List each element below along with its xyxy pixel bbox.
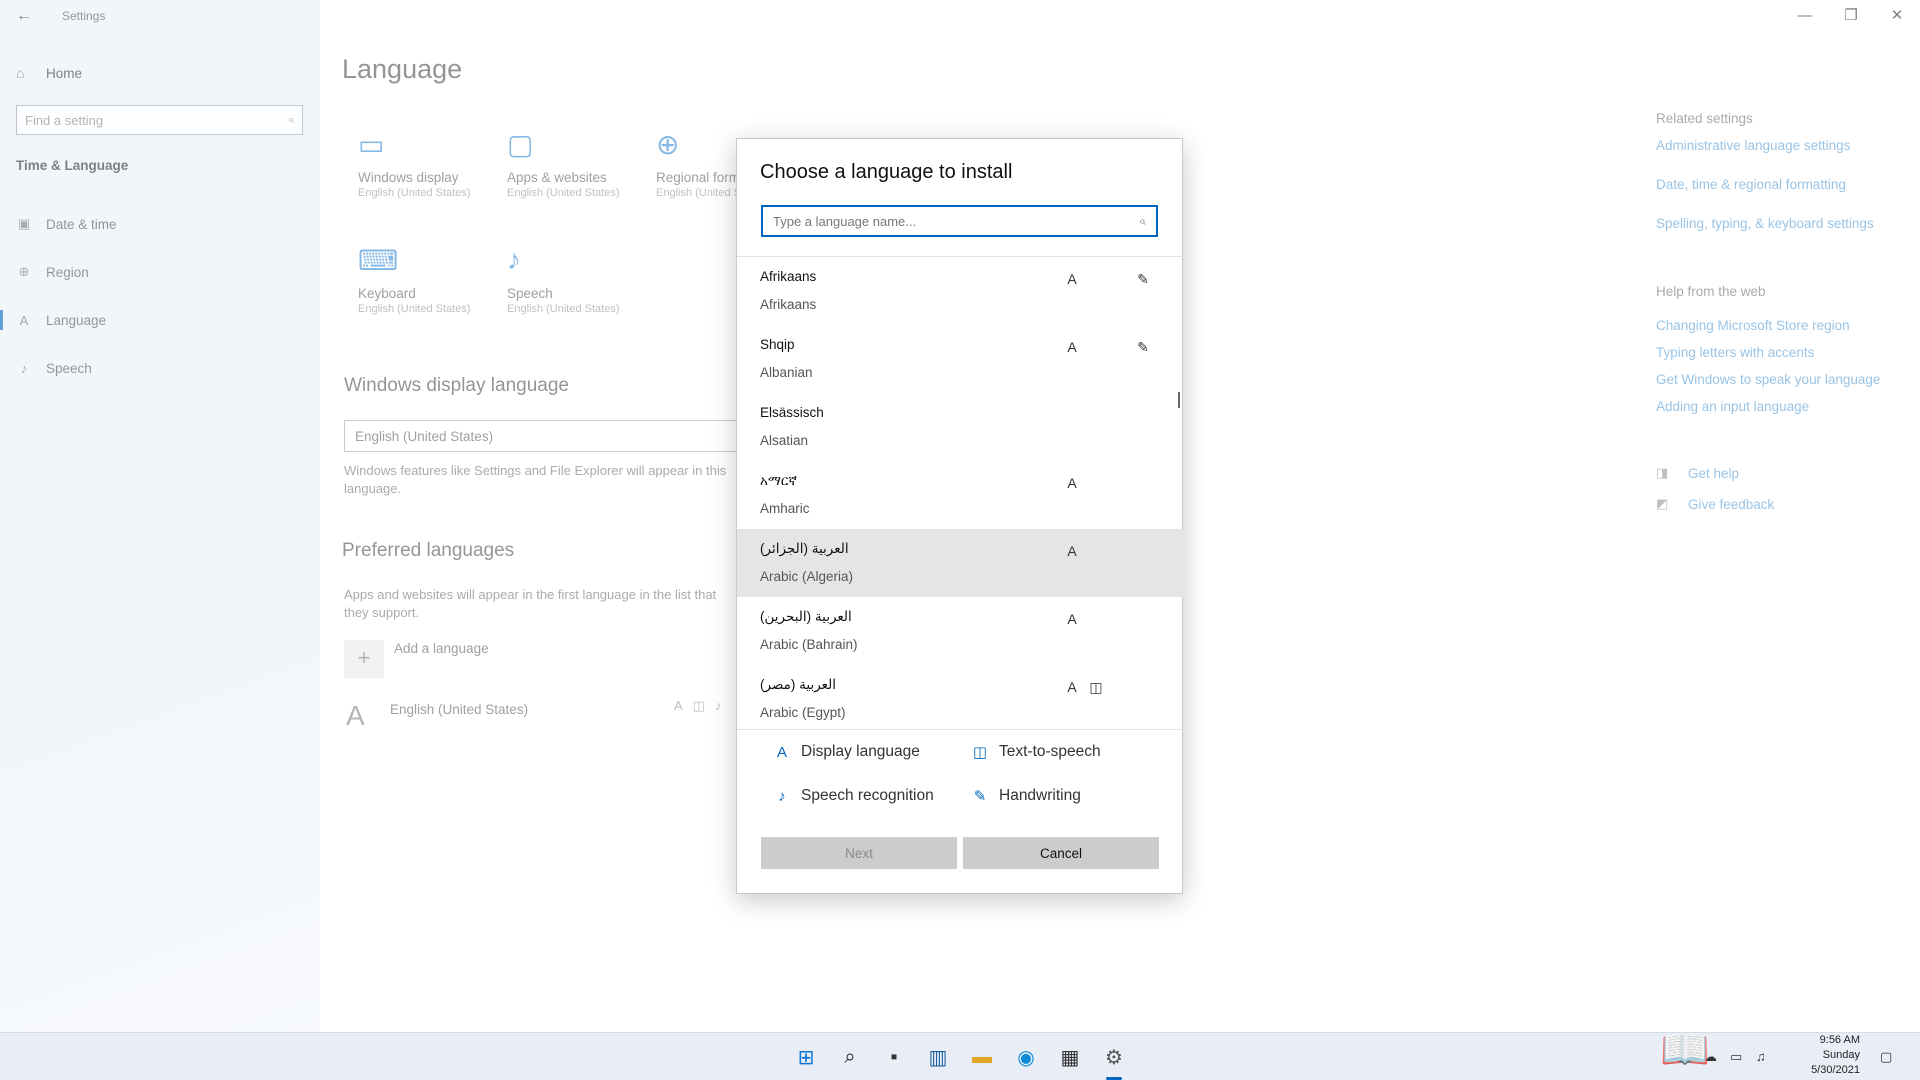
display-language-icon: A	[1067, 339, 1077, 355]
display-language-icon: A	[1067, 475, 1077, 491]
next-button[interactable]: Next	[761, 837, 957, 869]
legend-label: Display language	[801, 743, 920, 760]
cancel-button[interactable]: Cancel	[963, 837, 1159, 869]
network-icon[interactable]: ▭	[1730, 1049, 1742, 1065]
task-view-icon[interactable]: ▪	[878, 1041, 910, 1073]
list-item[interactable]: Shqip Albanian A ✎	[737, 325, 1184, 393]
list-item[interactable]: العربية (مصر) Arabic (Egypt) A ◫	[737, 665, 1184, 725]
legend-label: Speech recognition	[801, 787, 934, 804]
clock-date: 5/30/2021	[1811, 1064, 1860, 1076]
language-english-name: Alsatian	[760, 433, 809, 448]
legend-text-to-speech: ◫ Text-to-speech	[971, 743, 1101, 761]
text-to-speech-icon: ◫	[1089, 679, 1103, 695]
language-list[interactable]: Afrikaans Afrikaans A ✎ Shqip Albanian A…	[737, 257, 1184, 725]
taskbar: ⊞ ⌕ ▪ ▥ ▬ ◉ ▦ ⚙ ☁ ▭ ♫ 9:56 AM Sunday 5/3…	[0, 1032, 1920, 1080]
language-english-name: Arabic (Algeria)	[760, 569, 854, 584]
list-item[interactable]: العربية (البحرين) Arabic (Bahrain) A	[737, 597, 1184, 665]
clock-day: Sunday	[1822, 1049, 1860, 1061]
list-item-highlighted[interactable]: العربية (الجزائر) Arabic (Algeria) A	[737, 529, 1184, 597]
store-icon[interactable]: ▦	[1054, 1041, 1086, 1073]
language-english-name: Albanian	[760, 365, 813, 380]
language-native-name: አማርኛ	[760, 473, 797, 488]
search-icon: ⌕	[1139, 213, 1146, 228]
legend-display-language: A Display language	[773, 743, 920, 761]
language-english-name: Arabic (Egypt)	[760, 705, 846, 720]
dialog-title: Choose a language to install	[760, 161, 1013, 183]
language-native-name: العربية (الجزائر)	[760, 541, 849, 556]
start-icon[interactable]: ⊞	[790, 1041, 822, 1073]
search-placeholder: Type a language name...	[773, 213, 917, 229]
clock-time: 9:56 AM	[1819, 1034, 1860, 1046]
edge-icon[interactable]: ◉	[1010, 1041, 1042, 1073]
handwriting-icon: ✎	[973, 788, 987, 805]
legend-handwriting: ✎ Handwriting	[971, 787, 1081, 805]
file-explorer-icon[interactable]: ▬	[966, 1041, 998, 1073]
language-english-name: Arabic (Bahrain)	[760, 637, 858, 652]
language-english-name: Amharic	[760, 501, 810, 516]
language-english-name: Afrikaans	[760, 297, 817, 312]
display-language-icon: A	[1067, 679, 1077, 695]
widgets-icon[interactable]: ▥	[922, 1041, 954, 1073]
legend-label: Text-to-speech	[999, 743, 1101, 760]
list-item[interactable]: Afrikaans Afrikaans A ✎	[737, 257, 1184, 325]
volume-icon[interactable]: ♫	[1756, 1049, 1766, 1064]
scrollbar-thumb[interactable]	[1178, 392, 1180, 408]
legend-label: Handwriting	[999, 787, 1081, 804]
handwriting-icon: ✎	[1137, 339, 1149, 355]
language-native-name: Elsässisch	[760, 405, 824, 420]
notification-icon[interactable]: ▢	[1880, 1049, 1892, 1065]
list-item[interactable]: አማርኛ Amharic A	[737, 461, 1184, 529]
language-native-name: العربية (مصر)	[760, 677, 837, 692]
display-language-icon: A	[1067, 543, 1077, 559]
legend-speech-recognition: ♪ Speech recognition	[773, 787, 934, 805]
display-language-icon: A	[1067, 271, 1077, 287]
choose-language-dialog: Choose a language to install Type a lang…	[736, 138, 1184, 894]
system-clock[interactable]: 9:56 AM Sunday 5/30/2021	[1780, 1033, 1860, 1078]
display-language-icon: A	[1067, 611, 1077, 627]
divider	[737, 729, 1184, 730]
display-language-icon: A	[776, 743, 787, 761]
text-to-speech-icon: ◫	[972, 744, 988, 761]
handwriting-icon: ✎	[1137, 271, 1149, 287]
settings-icon[interactable]: ⚙	[1098, 1041, 1130, 1073]
language-native-name: Shqip	[760, 337, 795, 352]
microphone-icon: ♪	[778, 787, 786, 805]
language-native-name: Afrikaans	[760, 269, 817, 284]
language-native-name: العربية (البحرين)	[760, 609, 852, 624]
language-search-input[interactable]: Type a language name... ⌕	[761, 205, 1158, 237]
watermark-logo: 📖	[1660, 1028, 1710, 1072]
list-item[interactable]: Elsässisch Alsatian	[737, 393, 1184, 461]
search-icon[interactable]: ⌕	[834, 1041, 866, 1073]
